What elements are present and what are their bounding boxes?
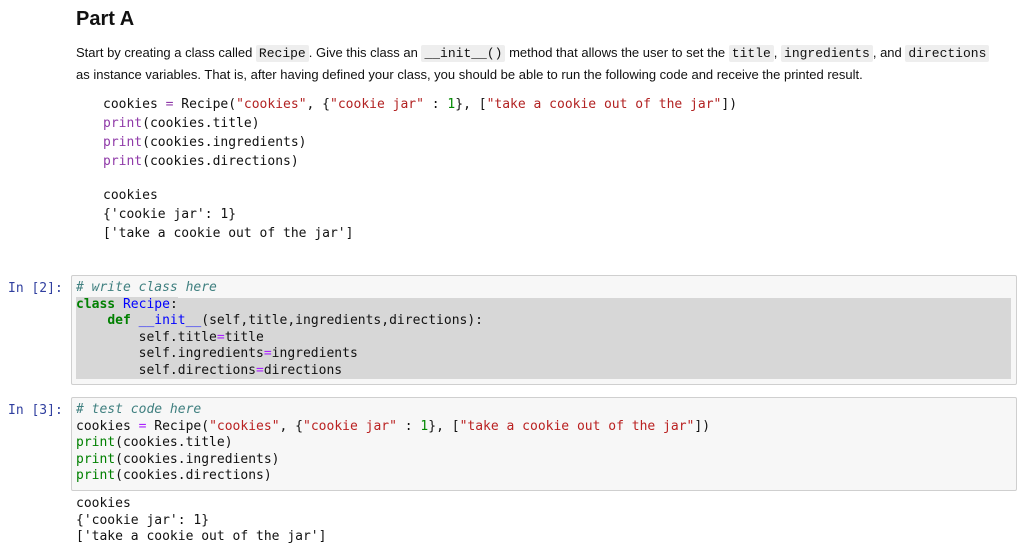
output-line: {'cookie jar': 1} [76, 512, 210, 528]
output-line: cookies [76, 496, 131, 511]
code-line: print(cookies.title) [76, 435, 233, 450]
inline-code-title: title [728, 45, 774, 62]
code-line: cookies = Recipe("cookies", {"cookie jar… [103, 97, 738, 112]
para-text: Start by creating a class called [76, 45, 256, 60]
inline-code-directions: directions [905, 45, 990, 62]
markdown-code-block: cookies = Recipe("cookies", {"cookie jar… [103, 95, 737, 171]
code-line: print(cookies.directions) [103, 154, 299, 169]
code-cell-test[interactable]: # test code here cookies = Recipe("cooki… [71, 397, 1017, 491]
para-text: as instance variables. That is, after ha… [76, 67, 863, 82]
code-line: def __init__(self,title,ingredients,dire… [107, 313, 484, 328]
para-text: . Give this class an [308, 45, 422, 60]
output-line: cookies [103, 188, 158, 203]
output-line: ['take a cookie out of the jar'] [76, 529, 327, 544]
output-line: ['take a cookie out of the jar'] [103, 226, 354, 241]
code-line: self.title=title [76, 329, 264, 345]
inline-code-ingredients: ingredients [781, 45, 873, 62]
cell-prompt: In [2]: [8, 281, 63, 296]
code-line: cookies = Recipe("cookies", {"cookie jar… [76, 418, 711, 434]
code-editor[interactable]: # write class here class Recipe: def __i… [76, 280, 483, 379]
code-comment: # test code here [76, 402, 202, 417]
part-heading: Part A [76, 8, 135, 30]
cell-output: cookies {'cookie jar': 1} ['take a cooki… [76, 496, 326, 546]
code-editor[interactable]: # test code here cookies = Recipe("cooki… [76, 402, 710, 485]
inline-code-recipe: Recipe [255, 45, 309, 62]
code-cell-class[interactable]: # write class here class Recipe: def __i… [71, 275, 1017, 385]
code-line: print(cookies.title) [103, 116, 260, 131]
code-line: print(cookies.ingredients) [76, 451, 280, 467]
code-line: print(cookies.ingredients) [103, 135, 307, 150]
para-text: method that allows the user to set the [505, 45, 729, 60]
para-text: , [773, 45, 782, 60]
code-comment: # write class here [76, 280, 217, 295]
code-line: self.ingredients=ingredients [76, 346, 358, 361]
markdown-output-block: cookies {'cookie jar': 1} ['take a cooki… [103, 186, 353, 243]
instructions-paragraph: Start by creating a class called Recipe.… [76, 42, 1006, 85]
code-line: print(cookies.directions) [76, 468, 272, 483]
inline-code-init: __init__() [421, 45, 506, 62]
code-line: class Recipe: [76, 296, 178, 312]
output-line: {'cookie jar': 1} [103, 207, 237, 222]
code-line: self.directions=directions [76, 362, 343, 378]
para-text: , and [872, 45, 906, 60]
cell-prompt: In [3]: [8, 403, 63, 418]
output-text: cookies {'cookie jar': 1} ['take a cooki… [76, 496, 326, 546]
